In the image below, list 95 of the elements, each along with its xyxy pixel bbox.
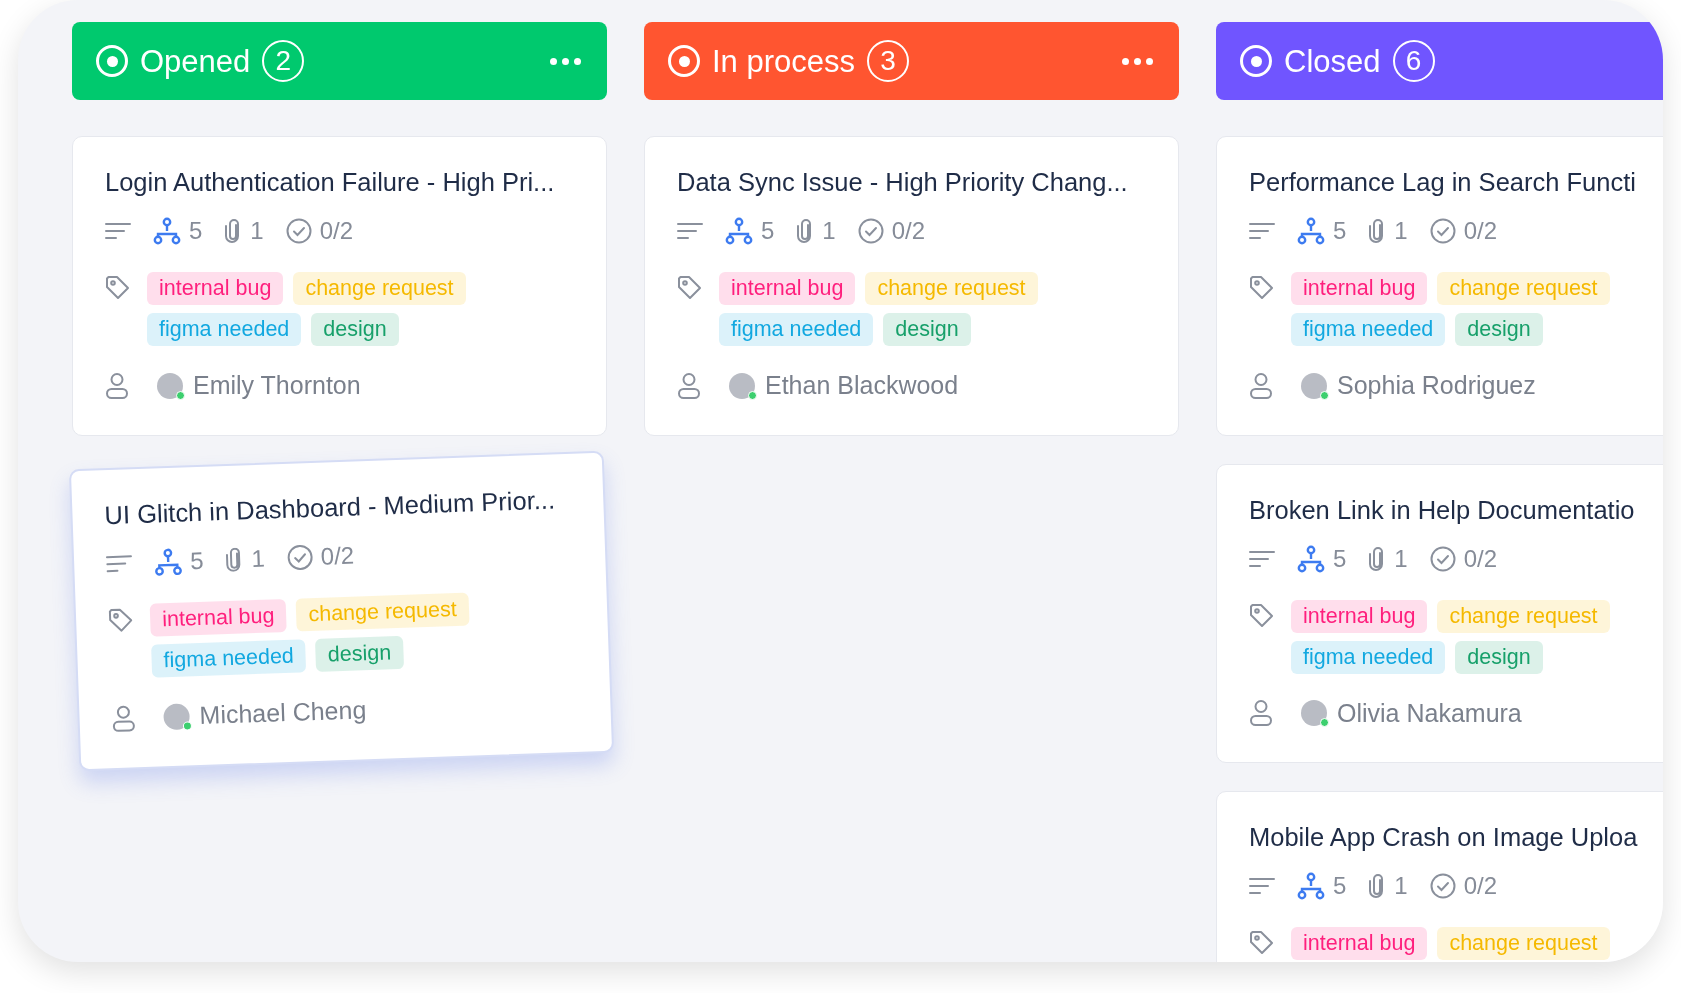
description-icon bbox=[1249, 222, 1275, 240]
count-badge: 6 bbox=[1392, 40, 1435, 82]
attachment-count: 1 bbox=[1394, 543, 1408, 574]
user-icon bbox=[677, 371, 701, 400]
tag-label: figma needed bbox=[151, 638, 307, 678]
description-icon bbox=[105, 222, 131, 240]
assignee-name: Emily Thornton bbox=[193, 370, 361, 401]
checklist-count: 0/2 bbox=[320, 540, 355, 572]
attachment-count: 1 bbox=[250, 216, 264, 246]
tag-label: internal bug bbox=[147, 272, 284, 305]
tag-label: design bbox=[315, 635, 404, 672]
tag-icon bbox=[1249, 930, 1275, 956]
tag-icon bbox=[1249, 275, 1275, 301]
subtask-count: 5 bbox=[1333, 871, 1347, 901]
attachment-count: 1 bbox=[250, 543, 266, 574]
tag-icon bbox=[105, 275, 131, 301]
card-title: Data Sync Issue - High Priority Chang... bbox=[677, 167, 1129, 198]
subtask-count: 5 bbox=[189, 545, 205, 576]
subtasks-icon bbox=[153, 547, 183, 576]
user-icon bbox=[105, 371, 129, 400]
description-icon bbox=[105, 553, 133, 573]
checklist-count: 0/2 bbox=[1463, 543, 1498, 574]
checkmark-icon bbox=[1429, 873, 1456, 899]
subtasks-icon bbox=[1297, 544, 1325, 573]
subtask-count: 5 bbox=[189, 216, 203, 246]
tag-label: internal bug bbox=[149, 598, 288, 637]
tag-label: figma needed bbox=[719, 313, 874, 346]
tag-label: change request bbox=[1437, 599, 1610, 633]
assignee-name: Olivia Nakamura bbox=[1337, 697, 1522, 729]
tag-icon bbox=[1249, 602, 1275, 629]
subtasks-icon bbox=[1297, 872, 1325, 900]
attachment-count: 1 bbox=[1394, 216, 1408, 246]
tag-label: internal bug bbox=[719, 272, 856, 305]
checklist-count: 0/2 bbox=[319, 216, 354, 246]
card-title: Mobile App Crash on Image Uploa bbox=[1249, 822, 1639, 853]
tag-label: internal bug bbox=[1291, 927, 1428, 960]
tag-label: figma needed bbox=[1291, 640, 1446, 674]
column-title: In process bbox=[712, 45, 855, 77]
user-icon bbox=[1249, 371, 1273, 400]
assignee-name: Sophia Rodriguez bbox=[1337, 370, 1536, 401]
checkmark-icon bbox=[1429, 218, 1456, 244]
column-title: Closed bbox=[1284, 45, 1381, 77]
task-card[interactable]: Data Sync Issue - High Priority Chang... 5 1 0/2 internal bug change request figma needed design Ethan Blackwood bbox=[644, 136, 1179, 436]
subtask-count: 5 bbox=[761, 216, 775, 246]
checklist-count: 0/2 bbox=[1463, 216, 1498, 246]
count-badge: 3 bbox=[867, 40, 909, 82]
tag-label: design bbox=[883, 313, 971, 346]
tag-label: change request bbox=[865, 272, 1038, 305]
tag-label: design bbox=[1455, 640, 1543, 674]
checkmark-icon bbox=[286, 543, 314, 571]
checklist-count: 0/2 bbox=[891, 216, 926, 246]
count-badge: 2 bbox=[262, 40, 305, 82]
card-title: Broken Link in Help Documentatio bbox=[1249, 494, 1636, 526]
status-icon bbox=[1240, 45, 1272, 77]
tag-label: change request bbox=[1437, 272, 1610, 305]
tag-label: change request bbox=[1437, 927, 1610, 960]
subtasks-icon bbox=[1297, 217, 1325, 245]
tag-icon bbox=[107, 606, 135, 634]
tag-icon bbox=[677, 275, 703, 301]
task-card[interactable]: Broken Link in Help Documentatio 5 1 0/2 internal bug change request figma needed design Olivia Nakamura bbox=[1216, 463, 1663, 763]
tag-label: design bbox=[311, 313, 399, 346]
description-icon bbox=[677, 222, 703, 240]
subtasks-icon bbox=[153, 217, 181, 245]
tag-label: design bbox=[1455, 313, 1543, 346]
task-card[interactable]: UI Glitch in Dashboard - Medium Prior... 5 1 0/2 internal bug change request figma needed design Michael Cheng bbox=[68, 450, 615, 771]
attachment-count: 1 bbox=[1394, 871, 1408, 901]
checkmark-icon bbox=[857, 218, 884, 244]
description-icon bbox=[1249, 549, 1275, 568]
description-icon bbox=[1249, 877, 1275, 895]
task-card[interactable]: Login Authentication Failure - High Pri... 5 1 0/2 internal bug change request figma needed design Emily Thornton bbox=[72, 136, 607, 436]
tag-label: figma needed bbox=[147, 313, 302, 346]
tag-label: internal bug bbox=[1291, 272, 1428, 305]
subtask-count: 5 bbox=[1333, 543, 1347, 574]
user-icon bbox=[111, 703, 137, 733]
tag-label: change request bbox=[293, 272, 466, 305]
checklist-count: 0/2 bbox=[1463, 871, 1498, 901]
card-title: Performance Lag in Search Functi bbox=[1249, 167, 1637, 198]
status-icon bbox=[96, 45, 128, 77]
subtask-count: 5 bbox=[1333, 216, 1347, 246]
user-icon bbox=[1249, 699, 1273, 728]
checkmark-icon bbox=[285, 218, 312, 244]
assignee-name: Michael Cheng bbox=[198, 693, 367, 731]
status-icon bbox=[668, 45, 700, 77]
attachment-count: 1 bbox=[822, 216, 836, 246]
task-card[interactable]: Performance Lag in Search Functi 5 1 0/2 internal bug change request figma needed design Sophia Rodriguez bbox=[1216, 136, 1663, 436]
assignee-name: Ethan Blackwood bbox=[765, 370, 959, 401]
tag-label: change request bbox=[295, 592, 470, 632]
subtasks-icon bbox=[725, 217, 753, 245]
checkmark-icon bbox=[1429, 545, 1456, 572]
tag-label: internal bug bbox=[1291, 599, 1428, 633]
card-title: Login Authentication Failure - High Pri... bbox=[105, 167, 556, 198]
task-card[interactable]: Mobile App Crash on Image Uploa 5 1 0/2 internal bug change request bbox=[1216, 791, 1663, 962]
tag-label: figma needed bbox=[1291, 313, 1446, 346]
card-title: UI Glitch in Dashboard - Medium Prior... bbox=[103, 484, 557, 531]
column-title: Opened bbox=[140, 45, 251, 77]
